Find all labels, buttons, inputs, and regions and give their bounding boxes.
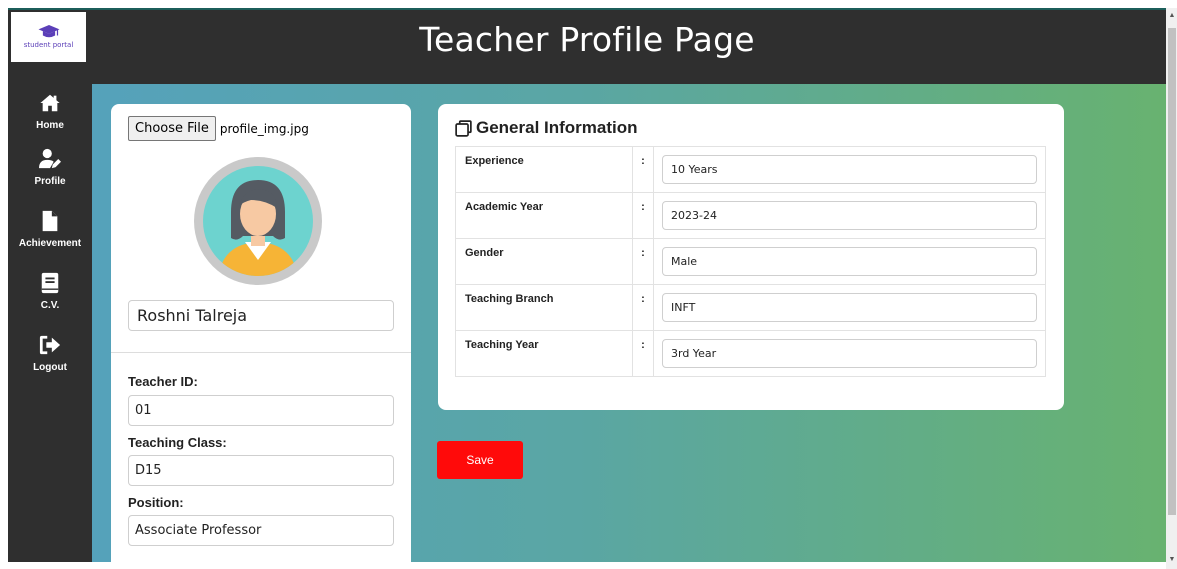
divider bbox=[111, 352, 411, 353]
table-cell bbox=[653, 146, 1046, 193]
position-label: Position: bbox=[128, 495, 184, 510]
position-input[interactable] bbox=[128, 515, 394, 546]
academic-year-label: Academic Year bbox=[455, 192, 633, 239]
file-picker: Choose File profile_img.jpg bbox=[128, 116, 309, 141]
user-edit-icon bbox=[39, 148, 61, 169]
file-icon bbox=[42, 210, 58, 232]
teaching-branch-input[interactable] bbox=[662, 293, 1037, 322]
sidebar-item-logout[interactable]: Logout bbox=[8, 334, 92, 373]
window-top bbox=[0, 0, 1166, 10]
general-info-card: General Information Experience : Academi… bbox=[438, 104, 1064, 410]
page-title: Teacher Profile Page bbox=[419, 20, 755, 59]
separator: : bbox=[632, 330, 654, 377]
teaching-class-label: Teaching Class: bbox=[128, 435, 227, 450]
clone-icon bbox=[455, 119, 472, 137]
teacher-name-input[interactable] bbox=[128, 300, 394, 331]
experience-input[interactable] bbox=[662, 155, 1037, 184]
teacher-id-label: Teacher ID: bbox=[128, 374, 198, 389]
scroll-up-arrow-icon[interactable]: ▲ bbox=[1168, 12, 1176, 20]
choose-file-button[interactable]: Choose File bbox=[128, 116, 216, 141]
table-cell bbox=[653, 330, 1046, 377]
avatar[interactable] bbox=[193, 156, 323, 286]
sidebar-item-cv[interactable]: C.V. bbox=[8, 272, 92, 311]
table-cell bbox=[653, 284, 1046, 331]
gender-label: Gender bbox=[455, 238, 633, 285]
sidebar-item-profile[interactable]: Profile bbox=[8, 148, 92, 187]
table-cell bbox=[653, 192, 1046, 239]
general-info-title: General Information bbox=[455, 118, 638, 138]
teaching-year-input[interactable] bbox=[662, 339, 1037, 368]
gender-input[interactable] bbox=[662, 247, 1037, 276]
sidebar-item-achievement[interactable]: Achievement bbox=[8, 210, 92, 249]
academic-year-input[interactable] bbox=[662, 201, 1037, 230]
table-row: Experience : bbox=[455, 146, 1046, 193]
table-row: Gender : bbox=[455, 238, 1046, 285]
sidebar-item-label: Home bbox=[36, 120, 64, 131]
table-row: Academic Year : bbox=[455, 192, 1046, 239]
sidebar-item-label: Profile bbox=[34, 176, 66, 187]
table-row: Teaching Year : bbox=[455, 330, 1046, 377]
separator: : bbox=[632, 146, 654, 193]
page-scrollbar[interactable]: ▲ ▼ bbox=[1166, 8, 1177, 569]
book-icon bbox=[41, 272, 59, 294]
teaching-branch-label: Teaching Branch bbox=[455, 284, 633, 331]
sign-out-icon bbox=[39, 335, 61, 355]
separator: : bbox=[632, 192, 654, 239]
scroll-down-arrow-icon[interactable]: ▼ bbox=[1168, 556, 1176, 564]
sidebar: Home Profile Achievement C.V. Logout bbox=[8, 84, 92, 562]
save-button[interactable]: Save bbox=[437, 441, 523, 479]
general-info-table: Experience : Academic Year : Gender : Te… bbox=[455, 146, 1046, 377]
table-row: Teaching Branch : bbox=[455, 284, 1046, 331]
table-cell bbox=[653, 238, 1046, 285]
sidebar-item-label: Logout bbox=[33, 362, 67, 373]
sidebar-item-label: Achievement bbox=[18, 238, 82, 249]
teaching-class-input[interactable] bbox=[128, 455, 394, 486]
header: student portal Teacher Profile Page bbox=[8, 10, 1166, 84]
separator: : bbox=[632, 284, 654, 331]
teaching-year-label: Teaching Year bbox=[455, 330, 633, 377]
separator: : bbox=[632, 238, 654, 285]
sidebar-item-label: C.V. bbox=[40, 300, 60, 311]
main-content: Choose File profile_img.jpg Teacher I bbox=[92, 84, 1166, 562]
scrollbar-thumb[interactable] bbox=[1168, 28, 1176, 515]
teacher-id-input[interactable] bbox=[128, 395, 394, 426]
sidebar-item-home[interactable]: Home bbox=[8, 92, 92, 131]
general-info-title-text: General Information bbox=[476, 118, 638, 137]
home-icon bbox=[40, 94, 60, 112]
profile-card: Choose File profile_img.jpg Teacher I bbox=[111, 104, 411, 562]
file-name: profile_img.jpg bbox=[219, 121, 309, 136]
experience-label: Experience bbox=[455, 146, 633, 193]
app-shell: student portal Teacher Profile Page Home… bbox=[8, 10, 1166, 562]
